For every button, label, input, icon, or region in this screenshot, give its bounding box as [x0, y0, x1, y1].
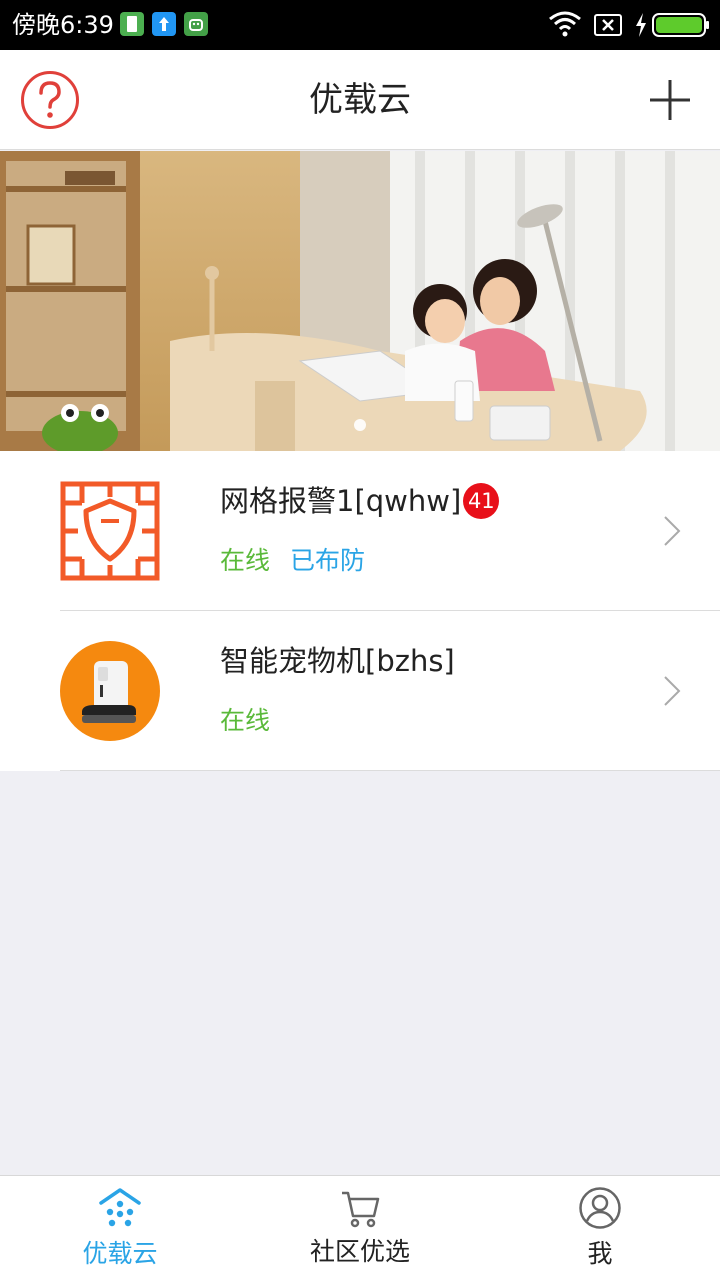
pet-feeder-icon [60, 641, 160, 741]
bottom-nav: 优载云 社区优选 我 [0, 1175, 720, 1280]
add-device-button[interactable] [646, 76, 694, 124]
plus-icon [650, 80, 690, 120]
nav-tab-home[interactable]: 优载云 [0, 1176, 240, 1280]
device-status: 在线 已布防 [220, 543, 365, 579]
wifi-icon [548, 10, 582, 42]
device-name: 网格报警1[qwhw] 41 [220, 479, 500, 523]
online-status: 在线 [220, 706, 271, 735]
sim-card-icon [120, 12, 144, 36]
charging-icon [634, 12, 648, 42]
user-icon [579, 1187, 621, 1229]
nav-label: 优载云 [82, 1239, 158, 1268]
status-bar: 傍晚6:39 [0, 0, 720, 50]
device-row-pet-feeder[interactable]: 智能宠物机[bzhs] 在线 [0, 611, 720, 771]
banner-indicator-dot[interactable] [354, 419, 366, 431]
online-status: 在线 [220, 546, 271, 575]
device-status: 在线 [220, 703, 270, 739]
status-time: 傍晚6:39 [12, 11, 114, 39]
nav-tab-community[interactable]: 社区优选 [240, 1176, 480, 1280]
device-row-grid-alarm[interactable]: 网格报警1[qwhw] 41 在线 已布防 [0, 451, 720, 611]
cart-icon [342, 1191, 380, 1228]
question-icon [21, 71, 79, 129]
upload-icon [152, 12, 176, 36]
unread-count-badge: 41 [463, 483, 500, 519]
page-title: 优载云 [309, 80, 411, 120]
row-divider [60, 770, 720, 771]
grid-alarm-shield-icon [60, 481, 160, 581]
nav-tab-me[interactable]: 我 [480, 1176, 720, 1280]
device-name-text: 网格报警1[qwhw] [220, 484, 462, 518]
app-header: 优载云 [0, 50, 720, 150]
nav-label: 社区优选 [309, 1237, 410, 1266]
android-icon [184, 12, 208, 36]
banner-image [0, 151, 720, 451]
device-list: 网格报警1[qwhw] 41 在线 已布防 智能宠物机[bzhs] 在线 [0, 451, 720, 771]
nav-label: 我 [587, 1239, 613, 1268]
home-cloud-icon [99, 1188, 141, 1227]
chevron-right-icon [664, 516, 681, 546]
battery-icon [652, 13, 710, 41]
promo-banner[interactable] [0, 151, 720, 451]
arm-status: 已布防 [290, 546, 366, 575]
no-sim-icon [594, 13, 622, 41]
chevron-right-icon [664, 676, 681, 706]
device-name: 智能宠物机[bzhs] [220, 644, 455, 678]
help-button[interactable] [20, 70, 80, 130]
